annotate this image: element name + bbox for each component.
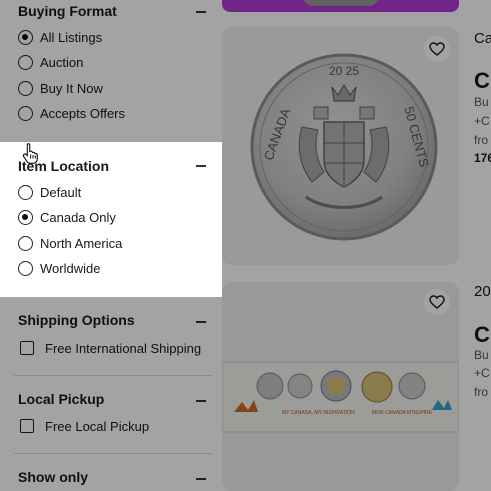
listing-1-shipping: +C (474, 114, 490, 128)
radio-canada-only[interactable]: Canada Only (18, 207, 116, 227)
checkbox-label: Free International Shipping (45, 340, 202, 356)
checkbox-free-local-pickup[interactable]: Free Local Pickup (20, 416, 149, 436)
radio-default[interactable]: Default (18, 182, 81, 202)
radio-north-america[interactable]: North America (18, 233, 122, 253)
item-location-highlight: Item Location Default Canada Only North … (0, 142, 222, 297)
radio-icon[interactable] (18, 260, 33, 276)
card-left-text: MY CANADA, MY INSPIRATION (282, 410, 355, 416)
checkbox-icon[interactable] (20, 419, 34, 433)
heart-icon (429, 42, 445, 56)
radio-label: North America (40, 235, 123, 251)
radio-label: Default (40, 184, 82, 200)
radio-label: All Listings (40, 29, 103, 45)
radio-icon[interactable] (18, 54, 33, 70)
radio-all-listings[interactable]: All Listings (18, 27, 102, 47)
card-right-text: MON CANADA M'INSPIRE (372, 410, 433, 416)
collapse-item-location-icon[interactable] (196, 165, 206, 167)
listing-1-location: fro (474, 133, 489, 147)
coin-50-cents-image: 20 25 CANADA 50 CENTS (250, 53, 438, 241)
collapse-shipping-options-icon[interactable] (196, 321, 206, 323)
listing-1-format: Bu (474, 95, 489, 109)
radio-icon[interactable] (18, 80, 33, 96)
radio-accepts-offers[interactable]: Accepts Offers (18, 103, 125, 123)
listing-2-location: fro (474, 385, 489, 399)
shipping-options-title: Shipping Options (18, 312, 135, 328)
radio-auction[interactable]: Auction (18, 52, 83, 72)
radio-icon[interactable] (18, 209, 33, 225)
radio-icon[interactable] (18, 29, 33, 45)
listing-1-price: C (474, 68, 490, 93)
radio-label: Accepts Offers (40, 105, 126, 121)
listing-2-price: C (474, 322, 490, 347)
radio-label: Canada Only (40, 209, 116, 225)
hand-cursor-icon (22, 142, 38, 164)
checkbox-free-international-shipping[interactable]: Free International Shipping (20, 338, 201, 358)
radio-label: Worldwide (40, 260, 101, 276)
watch-heart-button[interactable] (424, 289, 450, 315)
previous-listing-image[interactable] (222, 0, 459, 12)
radio-icon[interactable] (18, 184, 33, 200)
buying-format-title: Buying Format (18, 3, 117, 19)
listing-2-title[interactable]: 20 (474, 283, 491, 300)
collapse-buying-format-icon[interactable] (196, 11, 206, 13)
listing-image-1[interactable]: 20 25 CANADA 50 CENTS (222, 27, 459, 265)
filter-panel: Buying Format All Listings Auction Buy I… (0, 0, 222, 491)
coin-set-image: MY CANADA, MY INSPIRATION MON CANADA M'I… (222, 361, 459, 433)
radio-icon[interactable] (18, 105, 33, 121)
listing-2-format: Bu (474, 348, 489, 362)
radio-icon[interactable] (18, 235, 33, 251)
listing-2-shipping: +C (474, 366, 490, 380)
radio-label: Auction (40, 54, 84, 70)
coin-image (302, 0, 380, 6)
checkbox-icon[interactable] (20, 341, 34, 355)
listing-image-2[interactable]: MY CANADA, MY INSPIRATION MON CANADA M'I… (222, 282, 459, 491)
checkbox-label: Free Local Pickup (45, 418, 150, 434)
coin-year-text: 20 25 (329, 64, 359, 78)
collapse-local-pickup-icon[interactable] (196, 400, 206, 402)
divider (14, 375, 212, 376)
listing-1-title[interactable]: Ca (474, 30, 491, 47)
radio-worldwide[interactable]: Worldwide (18, 258, 100, 278)
divider (14, 453, 212, 454)
radio-buy-it-now[interactable]: Buy It Now (18, 78, 103, 98)
collapse-show-only-icon[interactable] (196, 478, 206, 480)
listing-1-sold: 176 (474, 151, 491, 165)
radio-label: Buy It Now (40, 80, 103, 96)
local-pickup-title: Local Pickup (18, 391, 105, 407)
heart-icon (429, 295, 445, 309)
show-only-title: Show only (18, 469, 88, 485)
watch-heart-button[interactable] (424, 36, 450, 62)
